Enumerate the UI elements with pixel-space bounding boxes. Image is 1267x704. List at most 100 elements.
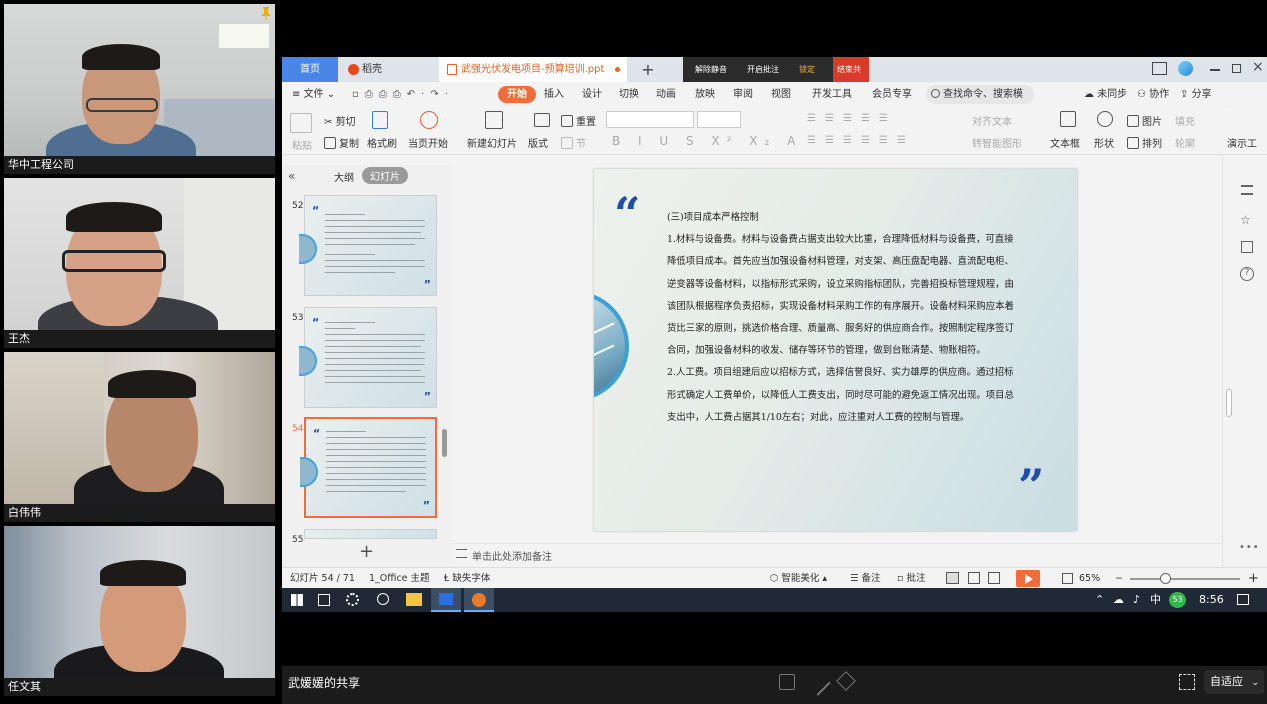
section-button[interactable]: 节 bbox=[561, 135, 586, 150]
slides-icon[interactable] bbox=[1241, 241, 1253, 253]
add-slide-button[interactable]: + bbox=[359, 541, 374, 562]
taskbar-wps-app[interactable] bbox=[431, 588, 461, 612]
tab-developer[interactable]: 开发工具 bbox=[812, 82, 852, 107]
smart-beautify-button[interactable]: ⬡ 智能美化 ▴ bbox=[770, 568, 827, 589]
properties-icon[interactable] bbox=[1241, 185, 1253, 195]
zoom-slider[interactable] bbox=[1130, 578, 1240, 580]
eraser-icon[interactable] bbox=[836, 671, 856, 691]
unmute-button[interactable]: 解除静音 bbox=[695, 57, 727, 82]
help-icon[interactable]: ? bbox=[1240, 267, 1254, 281]
fit-mode-select[interactable]: 自适应 ⌄ bbox=[1204, 670, 1264, 694]
notes-toggle-button[interactable]: ☰ 备注 bbox=[850, 568, 881, 589]
zoom-slider-handle[interactable] bbox=[1160, 573, 1171, 584]
fullscreen-icon[interactable] bbox=[1179, 674, 1195, 690]
share-button[interactable]: ⇪ 分享 bbox=[1180, 82, 1212, 107]
canvas-scrollbar[interactable] bbox=[1226, 389, 1232, 417]
align-text-button[interactable]: 对齐文本 bbox=[972, 113, 1012, 128]
reading-view-icon[interactable] bbox=[988, 572, 1000, 584]
pen-icon[interactable] bbox=[805, 670, 831, 696]
command-search[interactable]: 查找命令、搜索模板 bbox=[926, 85, 1034, 119]
cut-button[interactable]: ✂ 剪切 bbox=[324, 113, 356, 128]
shape-icon[interactable] bbox=[1097, 111, 1113, 127]
outline-tab[interactable]: 大纲 bbox=[334, 169, 354, 184]
file-menu[interactable]: ≡ 文件 ⌄ bbox=[292, 82, 335, 107]
slide-thumbnail-current[interactable]: “ ” bbox=[300, 417, 437, 518]
account-avatar[interactable] bbox=[1178, 61, 1193, 76]
layout-icon[interactable] bbox=[1152, 62, 1167, 75]
tray-badge[interactable]: 53 bbox=[1169, 592, 1186, 608]
star-icon[interactable]: ☆ bbox=[1240, 213, 1251, 227]
file-explorer-icon[interactable] bbox=[406, 593, 422, 606]
notes-bar[interactable]: 单击此处添加备注 bbox=[452, 543, 1222, 567]
copy-button[interactable]: 复制 bbox=[324, 135, 359, 150]
close-icon[interactable]: × bbox=[1252, 59, 1264, 75]
play-icon[interactable] bbox=[420, 111, 438, 129]
reset-button[interactable]: 重置 bbox=[561, 113, 596, 128]
outline-button[interactable]: 轮廓 bbox=[1175, 135, 1195, 150]
paste-button[interactable]: 粘贴 bbox=[292, 137, 312, 152]
slide-thumbnail[interactable]: “ ” bbox=[299, 307, 437, 408]
magnifier-icon[interactable] bbox=[377, 593, 389, 605]
play-from-current-button[interactable]: 当页开始 bbox=[408, 135, 448, 150]
slide-thumbnail[interactable] bbox=[304, 529, 437, 539]
panel-scrollbar[interactable] bbox=[442, 429, 447, 457]
textbox-icon[interactable] bbox=[1060, 111, 1076, 127]
start-icon[interactable] bbox=[291, 594, 303, 606]
tab-design[interactable]: 设计 bbox=[582, 82, 602, 107]
paragraph-list-buttons[interactable]: ☰☰☰☰☰ bbox=[807, 113, 897, 124]
collapse-panel-icon[interactable]: « bbox=[288, 169, 295, 183]
tab-animation[interactable]: 动画 bbox=[656, 82, 676, 107]
zoom-in-button[interactable]: + bbox=[1248, 568, 1259, 589]
slide-thumbnail[interactable]: “ ” bbox=[299, 195, 437, 296]
tab-home-ribbon[interactable]: 开始 bbox=[498, 86, 536, 103]
onedrive-icon[interactable]: ☁ bbox=[1113, 588, 1124, 612]
sync-status[interactable]: ☁ 未同步 bbox=[1084, 82, 1127, 107]
font-size-select[interactable] bbox=[697, 111, 741, 128]
tab-docer[interactable]: 稻壳 bbox=[340, 57, 436, 82]
current-slide[interactable]: “ (三)项目成本严格控制 1.材料与设备费。材料与设备费占据支出较大比重，合理… bbox=[594, 169, 1077, 531]
missing-font-button[interactable]: Ⱡ 缺失字体 bbox=[444, 568, 490, 589]
restore-icon[interactable] bbox=[1232, 64, 1241, 73]
more-icon[interactable]: ••• bbox=[1239, 542, 1260, 553]
ime-indicator[interactable]: 中 bbox=[1150, 588, 1161, 612]
demo-tools-button[interactable]: 演示工 bbox=[1227, 135, 1257, 150]
comments-toggle-button[interactable]: ▫ 批注 bbox=[897, 568, 925, 589]
save-icon[interactable] bbox=[779, 674, 795, 690]
zoom-out-button[interactable]: − bbox=[1115, 568, 1123, 589]
participant-tile[interactable]: 任文其 bbox=[4, 526, 275, 696]
new-slide-icon[interactable] bbox=[485, 111, 503, 129]
participant-tile[interactable]: 王杰 bbox=[4, 178, 275, 348]
paste-icon[interactable] bbox=[290, 113, 312, 133]
slides-tab[interactable]: 幻灯片 bbox=[362, 167, 408, 184]
paragraph-align-buttons[interactable]: ☰☰☰☰☰☰ bbox=[807, 135, 915, 146]
shape-button[interactable]: 形状 bbox=[1094, 135, 1114, 150]
annotate-button[interactable]: 开启批注 bbox=[747, 57, 779, 82]
tab-home[interactable]: 首页 bbox=[282, 57, 338, 82]
collaborate-button[interactable]: ⚇ 协作 bbox=[1137, 82, 1169, 107]
taskbar-meeting-app[interactable] bbox=[464, 588, 494, 612]
fit-window-icon[interactable] bbox=[1062, 573, 1073, 584]
new-tab-button[interactable]: + bbox=[638, 57, 658, 82]
normal-view-icon[interactable] bbox=[946, 572, 959, 584]
zoom-level[interactable]: 65% bbox=[1079, 568, 1100, 589]
slideshow-button[interactable] bbox=[1016, 570, 1040, 587]
tab-member[interactable]: 会员专享 bbox=[872, 82, 912, 107]
tab-view[interactable]: 视图 bbox=[771, 82, 791, 107]
lock-button[interactable]: 锁定 bbox=[799, 57, 815, 82]
arrange-button[interactable]: 排列 bbox=[1127, 135, 1162, 150]
fill-button[interactable]: 填充 bbox=[1175, 113, 1195, 128]
participant-tile[interactable]: 白伟伟 bbox=[4, 352, 275, 522]
tab-transition[interactable]: 切换 bbox=[619, 82, 639, 107]
tab-slideshow[interactable]: 放映 bbox=[695, 82, 715, 107]
pinwheel-app-icon[interactable] bbox=[346, 593, 359, 606]
participant-tile[interactable]: 华中工程公司 bbox=[4, 4, 275, 174]
clock[interactable]: 8:56 bbox=[1199, 588, 1224, 612]
format-painter-icon[interactable] bbox=[372, 111, 388, 129]
minimize-icon[interactable] bbox=[1210, 69, 1220, 71]
convert-smartart-button[interactable]: 转智能图形 bbox=[972, 135, 1022, 150]
volume-icon[interactable]: ♪ bbox=[1133, 588, 1140, 612]
sorter-view-icon[interactable] bbox=[968, 572, 980, 584]
layout-button[interactable]: 版式 bbox=[528, 135, 548, 150]
text-format-buttons[interactable]: B I U S X² X₂ A bbox=[612, 134, 802, 148]
tray-chevron-icon[interactable]: ⌃ bbox=[1095, 588, 1104, 612]
